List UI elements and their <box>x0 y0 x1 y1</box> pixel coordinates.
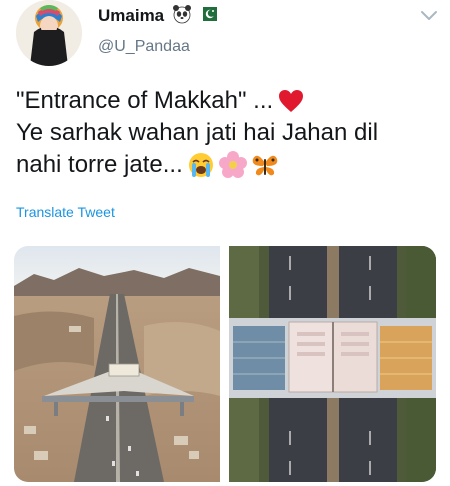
cherry-blossom-emoji <box>218 151 247 179</box>
makkah-gate-aerial-photo[interactable] <box>14 246 220 482</box>
user-handle[interactable]: @U_Pandaa <box>98 38 190 56</box>
tweet-line-1: "Entrance of Makkah" ... <box>16 87 274 114</box>
red-heart-emoji <box>277 87 305 115</box>
display-name[interactable]: Umaima <box>98 6 164 26</box>
chevron-down-icon[interactable] <box>418 8 440 24</box>
tweet-line-2: Ye sarhak wahan jati hai Jahan dil <box>16 119 379 146</box>
pakistan-flag-emoji <box>198 4 217 22</box>
panda-emoji <box>172 4 191 24</box>
avatar[interactable] <box>16 0 82 66</box>
tweet-text: "Entrance of Makkah" ... Ye sarhak wahan… <box>16 85 441 181</box>
butterfly-emoji <box>251 151 279 179</box>
translate-tweet-link[interactable]: Translate Tweet <box>16 204 115 220</box>
makkah-gate-top-down-photo[interactable] <box>229 246 436 482</box>
crying-face-emoji <box>187 151 215 179</box>
tweet-line-3: nahi torre jate... <box>16 151 183 178</box>
